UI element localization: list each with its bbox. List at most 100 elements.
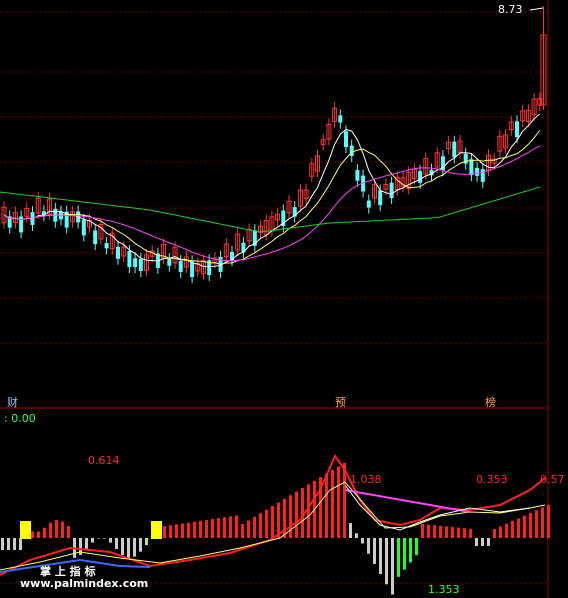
indicator-bar xyxy=(433,525,436,538)
indicator-bar xyxy=(181,523,184,538)
indicator-bar xyxy=(19,538,22,550)
indicator-bar xyxy=(379,538,382,575)
indicator-bar xyxy=(391,538,394,595)
indicator-bar xyxy=(49,522,52,538)
indicator-bar xyxy=(103,538,106,539)
candle-down xyxy=(366,200,371,208)
candle-down xyxy=(127,250,132,267)
indicator-bar xyxy=(535,510,538,538)
indicator-bar xyxy=(127,538,130,558)
indicator-bar xyxy=(415,538,418,556)
indicator-bar xyxy=(445,526,448,538)
indicator-label-1038: 1.038 xyxy=(350,473,382,486)
indicator-bar xyxy=(331,470,334,538)
candle-down xyxy=(167,259,172,266)
indicator-bar xyxy=(169,525,172,538)
indicator-bar xyxy=(247,520,250,538)
candle-down xyxy=(133,258,138,268)
indicator-bar xyxy=(265,509,268,538)
indicator-bar xyxy=(187,522,190,538)
indicator-bar xyxy=(541,507,544,538)
indicator-bar xyxy=(61,521,64,538)
indicator-bar xyxy=(475,538,478,546)
candle-down xyxy=(178,261,183,272)
indicator-bar xyxy=(463,528,466,538)
indicator-bar xyxy=(409,538,412,563)
indicator-bar xyxy=(421,524,424,538)
indicator-bar xyxy=(13,538,16,550)
candle-down xyxy=(418,171,423,183)
candle-down xyxy=(116,246,120,259)
indicator-bar xyxy=(325,473,328,538)
indicator-bar xyxy=(337,466,340,538)
candle-down xyxy=(355,170,360,181)
indicator-bar xyxy=(487,538,490,546)
indicator-bar xyxy=(205,519,208,538)
candle-down xyxy=(93,230,98,245)
candle-down xyxy=(480,169,485,182)
indicator-bar xyxy=(121,538,124,555)
indicator-bar xyxy=(199,520,202,538)
marker-finance[interactable]: 财 xyxy=(6,396,19,409)
indicator-bar xyxy=(85,538,88,549)
indicator-bar xyxy=(295,491,298,538)
indicator-label-0614: 0.614 xyxy=(88,454,120,467)
indicator-bar xyxy=(517,518,520,538)
candle-down xyxy=(81,219,86,236)
stock-chart-canvas xyxy=(0,0,568,598)
indicator-bar xyxy=(223,517,226,538)
indicator-bar xyxy=(397,538,400,577)
indicator-bar xyxy=(355,533,358,538)
indicator-bar xyxy=(523,515,526,538)
indicator-bar xyxy=(115,538,118,550)
indicator-bar xyxy=(259,513,262,538)
candle-down xyxy=(515,121,519,138)
indicator-bar xyxy=(481,538,484,546)
indicator-bar xyxy=(31,531,34,538)
indicator-bar xyxy=(385,538,388,585)
indicator-bar xyxy=(427,524,430,538)
indicator-bar xyxy=(469,528,472,538)
indicator-bar xyxy=(451,527,454,538)
marker-ranking[interactable]: 榜 xyxy=(484,396,497,409)
indicator-bar xyxy=(163,526,166,538)
indicator-bar xyxy=(511,521,514,538)
candle-down xyxy=(138,258,143,271)
indicator-bar xyxy=(43,527,46,538)
indicator-bar xyxy=(97,538,100,539)
indicator-bar xyxy=(271,506,274,538)
indicator-bar xyxy=(367,538,370,554)
indicator-bar xyxy=(67,526,70,538)
candle-down xyxy=(469,159,474,176)
indicator-bar xyxy=(37,531,40,538)
indicator-bar xyxy=(361,538,364,544)
indicator-bar xyxy=(253,516,256,538)
indicator-bar xyxy=(403,538,406,570)
indicator-bar xyxy=(373,538,376,564)
marker-forecast[interactable]: 预 xyxy=(334,396,347,409)
indicator-bar xyxy=(547,504,550,538)
indicator-bar xyxy=(139,538,142,552)
indicator-bar xyxy=(529,512,532,538)
indicator-bar xyxy=(193,521,196,538)
indicator-bar xyxy=(217,518,220,538)
candle-down xyxy=(389,182,394,198)
indicator-bar xyxy=(1,538,4,550)
indicator-bar xyxy=(229,516,232,538)
indicator-bar xyxy=(145,538,148,546)
indicator-bar xyxy=(457,527,460,538)
indicator-bar xyxy=(343,462,346,538)
high-price-label: 8.73 xyxy=(498,3,523,16)
signal-block xyxy=(20,521,31,539)
signal-block xyxy=(151,521,162,539)
candle-down xyxy=(104,243,109,249)
indicator-bar xyxy=(493,529,496,538)
indicator-bar xyxy=(307,484,310,538)
indicator-bar xyxy=(175,524,178,538)
indicator-label-1353: 1.353 xyxy=(428,583,460,596)
indicator-bar xyxy=(289,495,292,538)
indicator-bar xyxy=(55,520,58,538)
indicator-bar xyxy=(439,525,442,538)
indicator-bar xyxy=(91,538,94,543)
candle-down xyxy=(452,141,457,158)
